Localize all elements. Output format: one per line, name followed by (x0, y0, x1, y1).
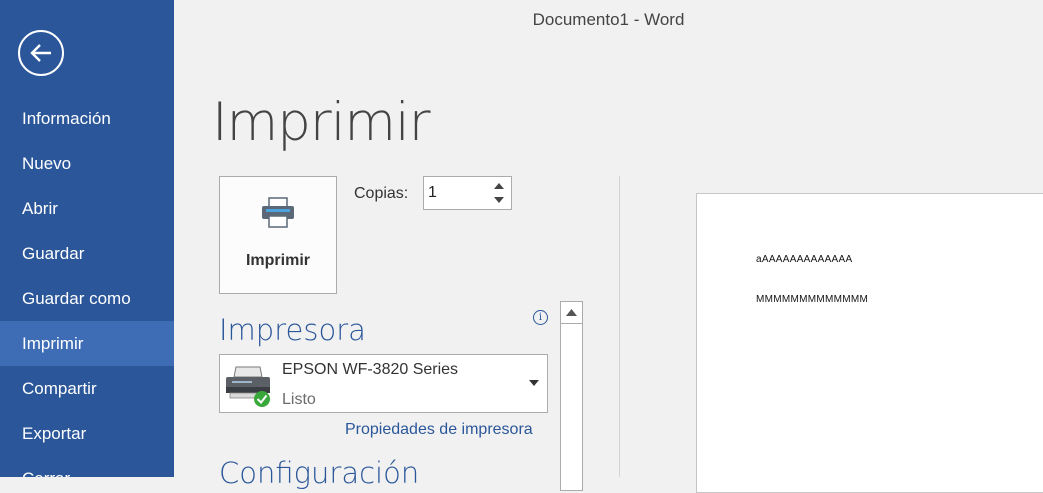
printer-name: EPSON WF-3820 Series (282, 361, 459, 378)
chevron-down-icon (494, 197, 504, 203)
nav-imprimir[interactable]: Imprimir (0, 321, 174, 366)
printer-dropdown[interactable]: EPSON WF-3820 Series Listo (219, 354, 548, 413)
printer-icon (262, 197, 294, 228)
nav-cerrar[interactable]: Cerrar (0, 456, 174, 477)
chevron-down-icon (529, 380, 539, 386)
info-icon[interactable]: i (533, 310, 548, 325)
preview-line: MMMMMMMMMMMMM (756, 294, 869, 305)
printer-ready-icon (226, 366, 270, 407)
settings-scrollbar[interactable] (560, 301, 583, 491)
print-preview-page: aAAAAAAAAAAAAA MMMMMMMMMMMMM (696, 193, 1043, 493)
printer-properties-link[interactable]: Propiedades de impresora (345, 421, 533, 439)
copies-stepper[interactable]: 1 (423, 176, 512, 210)
nav-exportar[interactable]: Exportar (0, 411, 174, 456)
nav-compartir[interactable]: Compartir (0, 366, 174, 411)
printer-section-heading: Impresora (219, 313, 366, 347)
settings-section-heading: Configuración (219, 456, 420, 490)
copies-value[interactable]: 1 (428, 184, 437, 202)
print-button[interactable]: Imprimir (219, 176, 337, 294)
back-button[interactable] (18, 30, 64, 76)
copies-increment-button[interactable] (492, 180, 506, 192)
printer-status: Listo (282, 391, 316, 408)
nav-abrir[interactable]: Abrir (0, 186, 174, 231)
backstage-sidebar: Información Nuevo Abrir Guardar Guardar … (0, 0, 174, 477)
print-button-label: Imprimir (245, 252, 310, 269)
arrow-left-icon (30, 44, 51, 62)
nav-nuevo[interactable]: Nuevo (0, 141, 174, 186)
scroll-up-button[interactable] (561, 302, 582, 324)
nav-guardar-como[interactable]: Guardar como (0, 276, 174, 321)
chevron-up-icon (566, 309, 577, 316)
page-title: Imprimir (212, 92, 431, 153)
window-title: Documento1 - Word (532, 10, 685, 29)
copies-decrement-button[interactable] (492, 194, 506, 206)
nav-informacion[interactable]: Información (0, 96, 174, 141)
preview-line: aAAAAAAAAAAAAA (756, 254, 853, 265)
chevron-up-icon (494, 183, 504, 189)
nav-guardar[interactable]: Guardar (0, 231, 174, 276)
copies-label: Copias: (354, 185, 409, 202)
pane-divider (619, 176, 620, 477)
